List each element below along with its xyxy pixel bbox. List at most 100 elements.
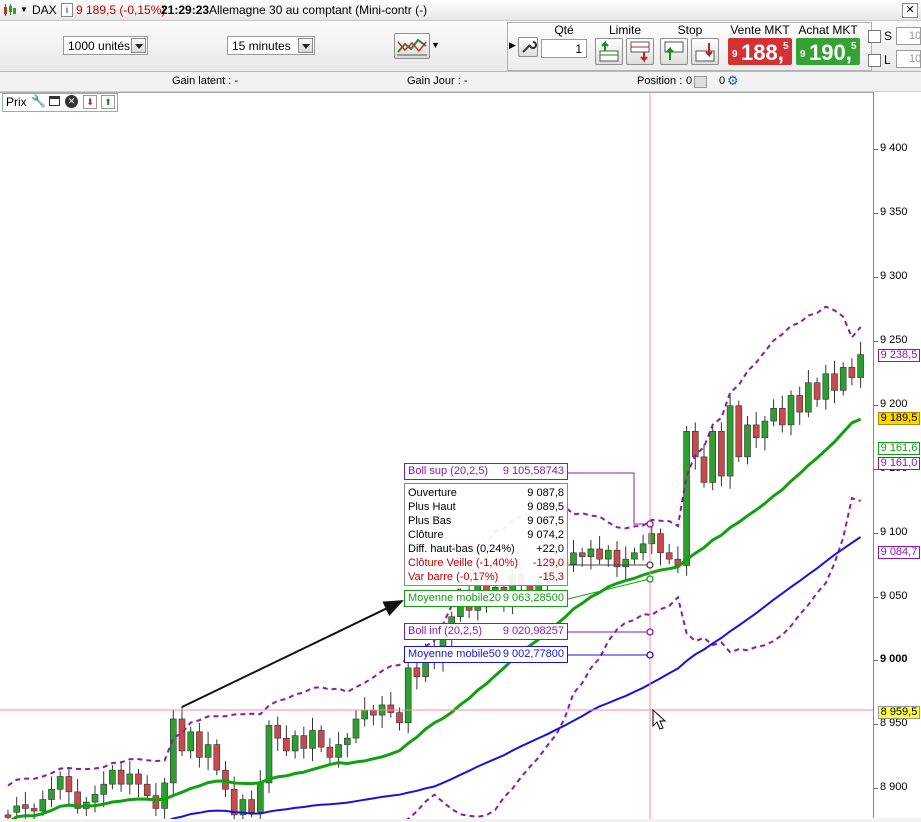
axis-tick-mark <box>874 404 878 406</box>
chart-tools-icon <box>397 38 427 56</box>
sell-header: Vente MKT <box>730 23 790 37</box>
axis-tick: 9 000 <box>880 653 908 666</box>
limit-sell-button[interactable] <box>626 38 654 65</box>
candle-down <box>413 667 421 678</box>
stop-sell-icon <box>695 43 715 62</box>
price-axis[interactable]: 9 4009 3509 3009 2509 2009 1509 1009 050… <box>873 92 921 818</box>
instrument-name: Allemagne 30 au comptant (Mini-contr (-) <box>209 3 428 17</box>
info-icon[interactable]: i <box>61 3 73 17</box>
expand-arrow-icon[interactable]: ▶ <box>509 40 516 51</box>
price-chart[interactable] <box>0 92 873 822</box>
wrench-icon[interactable] <box>518 37 538 57</box>
candle-down <box>813 382 821 400</box>
candle-up <box>187 731 194 752</box>
candle-down <box>691 430 699 458</box>
tooltip-ma20: Moyenne mobile20 9 063,28500 <box>404 590 568 607</box>
window-icon[interactable] <box>49 96 60 106</box>
candle-up <box>805 382 812 413</box>
candle-down <box>387 704 395 713</box>
stop-checkbox[interactable] <box>868 30 881 43</box>
close-icon[interactable]: ✕ <box>902 3 918 18</box>
candle-up <box>48 788 55 800</box>
axis-tick: 9 200 <box>880 397 908 410</box>
position-detail-icon[interactable] <box>694 76 707 88</box>
candle-down <box>213 744 221 771</box>
timeframe-select[interactable]: 15 minutes <box>227 36 315 55</box>
axis-tick-mark <box>874 212 878 214</box>
stop-buy-button[interactable] <box>660 38 688 65</box>
axis-tick-mark <box>874 724 878 726</box>
axis-tick-mark <box>874 340 878 342</box>
limit-label: L <box>884 53 891 67</box>
chart-canvas[interactable] <box>0 93 873 822</box>
candle-up <box>857 354 864 378</box>
symbol-label[interactable]: DAX <box>32 3 57 17</box>
price-change: 9 189,5 (-0,15%) <box>76 3 166 17</box>
ohlc-row: Plus Bas 9 067,5 <box>408 515 564 527</box>
dropdown-arrow-icon[interactable]: ▼ <box>20 5 28 14</box>
buy-market-button[interactable]: 9 190, 5 <box>796 38 860 65</box>
candle-up <box>404 667 412 724</box>
panel-label: Prix <box>6 95 27 109</box>
axis-tick: 9 050 <box>880 589 908 602</box>
candle-up <box>822 373 830 400</box>
candle-down <box>283 737 290 752</box>
candle-down <box>30 808 38 812</box>
candle-up <box>13 805 20 813</box>
close-panel-icon[interactable]: ✕ <box>65 95 78 108</box>
candle-up <box>39 799 47 812</box>
candle-down <box>596 548 603 560</box>
candle-down <box>135 773 142 785</box>
axis-tick: 9 350 <box>880 205 908 218</box>
chevron-down-icon[interactable]: ▼ <box>431 40 440 50</box>
sell-market-button[interactable]: 9 188, 5 <box>728 38 792 65</box>
candle-down <box>396 712 403 724</box>
axis-tick-mark <box>874 788 878 790</box>
settings-gear-icon[interactable]: ⚙ <box>727 73 739 89</box>
ohlc-row: Clôture 9 074,2 <box>408 529 564 541</box>
candle-down <box>700 456 708 483</box>
gain-jour: Gain Jour : - <box>407 75 468 87</box>
units-select[interactable]: 1000 unités <box>63 36 148 55</box>
move-up-icon[interactable]: ⬆ <box>101 95 115 109</box>
stop-label: S <box>884 29 893 43</box>
gain-latent: Gain latent : - <box>172 75 239 87</box>
candle-up <box>726 405 734 477</box>
candle-down <box>778 407 786 426</box>
tooltip-boll-inf: Boll inf (20,2,5) 9 020,98257 <box>404 623 568 640</box>
price-marker-boll-sup: 9 238,5 <box>878 349 920 363</box>
connector-boll-sup <box>568 472 650 525</box>
chart-panel-toolbar: Prix 🔧 ✕ ⬇ ⬆ <box>2 93 118 112</box>
stop-distance-input[interactable]: 10 <box>896 27 921 45</box>
stop-sell-button[interactable] <box>691 38 719 65</box>
position-value-b: 0 <box>719 75 726 87</box>
qty-input[interactable]: 1 <box>541 39 587 58</box>
crosshair-point-ma50 <box>646 651 654 659</box>
chart-type-button[interactable] <box>394 33 430 59</box>
annotation-arrow <box>181 600 404 708</box>
candle-down <box>4 814 12 818</box>
chevron-down-icon[interactable] <box>131 38 146 53</box>
buy-header: Achat MKT <box>798 23 858 37</box>
tooltip-ohlc: Ouverture 9 087,8 Plus Haut 9 089,5 Plus Bas… <box>404 483 568 586</box>
limit-distance-input[interactable]: 10 <box>896 50 921 68</box>
stop-header: Stop <box>677 23 703 37</box>
ohlc-row: Diff. haut-bas (0,24%) +22,0 <box>408 543 564 555</box>
candle-up <box>839 367 847 391</box>
limit-checkbox[interactable] <box>868 54 881 67</box>
candle-up <box>126 773 134 785</box>
mouse-cursor-icon <box>652 708 667 730</box>
candle-up <box>622 558 630 568</box>
price-marker-boll-mid: 9 161,0 <box>878 456 920 470</box>
candle-up <box>639 543 647 554</box>
move-down-icon[interactable]: ⬇ <box>83 95 97 109</box>
clock: 21:29:23 <box>161 3 210 17</box>
tooltip-boll-sup: Boll sup (20,2,5) 9 105,58743 <box>404 463 568 480</box>
axis-tick-mark <box>874 276 878 278</box>
candle-up <box>631 552 638 560</box>
wrench-icon[interactable]: 🔧 <box>31 94 46 108</box>
chevron-down-icon[interactable] <box>298 38 313 53</box>
candle-up <box>170 718 177 784</box>
limit-buy-button[interactable] <box>595 38 623 65</box>
connector-ma20 <box>567 578 651 600</box>
